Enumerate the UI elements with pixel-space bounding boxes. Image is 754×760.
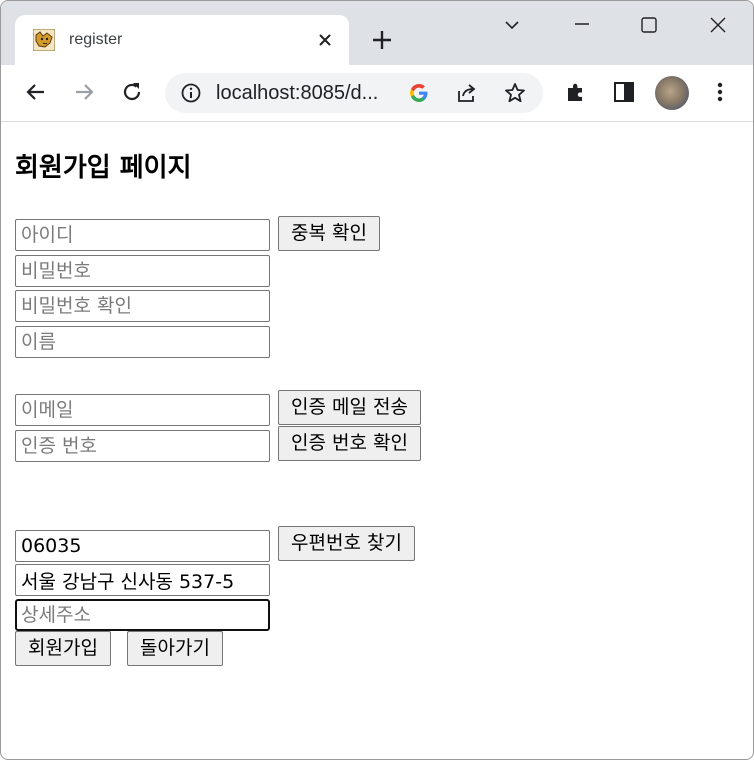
back-button[interactable]: 돌아가기 [127,631,223,666]
password-confirm-input[interactable] [15,290,270,322]
reload-icon[interactable] [119,79,145,105]
browser-window: register localhost:8085/d... 회원가입 페이지 아이… [0,0,754,760]
confirm-verify-code-button[interactable]: 인증 번호 확인 [278,426,421,461]
back-arrow-icon[interactable] [23,79,49,105]
name-input[interactable] [15,326,270,358]
new-tab-icon[interactable] [369,27,395,53]
find-postcode-button[interactable]: 우편번호 찾기 [278,526,415,561]
browser-toolbar: localhost:8085/d... [1,65,753,122]
site-info-icon[interactable] [180,82,202,104]
postcode-input[interactable] [15,530,270,562]
email-input[interactable] [15,394,270,426]
profile-avatar[interactable] [655,76,689,110]
extensions-puzzle-icon[interactable] [563,79,589,105]
url-text[interactable]: localhost:8085/d... [216,82,378,104]
minimize-icon[interactable] [568,11,596,39]
tab-search-chevron-icon[interactable] [498,11,526,39]
address-bar[interactable]: localhost:8085/d... [165,73,543,113]
tab-register[interactable]: register [15,15,349,65]
more-menu-icon[interactable] [707,79,733,105]
password-input[interactable] [15,255,270,287]
side-panel-icon[interactable] [611,79,637,105]
page-title: 회원가입 페이지 [15,153,192,183]
id-input[interactable] [15,219,270,251]
maximize-icon[interactable] [635,11,663,39]
tab-title: register [69,31,123,48]
send-verify-mail-button[interactable]: 인증 메일 전송 [278,390,421,425]
close-tab-icon[interactable] [315,30,335,50]
register-button[interactable]: 회원가입 [15,631,111,666]
page-content: 회원가입 페이지 중복 확인 인증 메일 전송 인증 번호 확인 우편번호 찾기… [1,122,753,759]
google-icon[interactable] [408,82,430,104]
tomcat-favicon-icon [33,29,55,51]
close-window-icon[interactable] [704,11,732,39]
check-duplicate-button[interactable]: 중복 확인 [278,216,380,251]
share-icon[interactable] [455,81,479,105]
tab-strip: register [1,1,753,65]
forward-arrow-icon[interactable] [71,79,97,105]
bookmark-star-icon[interactable] [503,81,527,105]
detail-address-input[interactable] [15,599,270,631]
verify-code-input[interactable] [15,430,270,462]
address-input[interactable] [15,564,270,596]
